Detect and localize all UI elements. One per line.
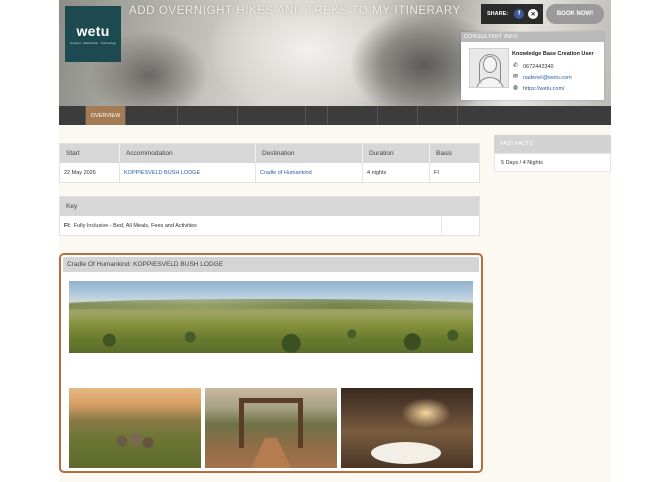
lodge-caption: Cradle Of Humankind: KOPPIESVELD BUSH LO… — [63, 257, 479, 272]
key-table: Key FI: Fully Inclusive - Bed, All Meals… — [59, 196, 480, 236]
photo-light-glow — [401, 398, 451, 428]
nav-tab-6[interactable] — [328, 106, 378, 125]
avatar — [469, 48, 509, 88]
share-bar: SHARE: f ✕ — [481, 4, 543, 24]
key-row: FI: Fully Inclusive - Bed, All Meals, Fe… — [60, 216, 479, 235]
key-table-header: Key — [60, 197, 479, 216]
avatar-head — [483, 56, 497, 73]
photo-dining-table — [371, 442, 441, 464]
nav-tab-3[interactable] — [178, 106, 238, 125]
column-header-accommodation: Accommodation — [120, 144, 256, 163]
hero-banner: wetu Content · Distribution · Technology… — [59, 0, 611, 106]
logo-tagline: Content · Distribution · Technology — [70, 41, 116, 45]
nav-tab-spacer — [59, 106, 86, 125]
logo-wordmark: wetu — [76, 23, 110, 39]
fast-facts-panel: FAST FACTS 5 Days / 4 Nights — [494, 135, 611, 172]
x-twitter-icon[interactable]: ✕ — [528, 9, 539, 19]
table-row: 22 May 2026 KOPPIESVELD BUSH LODGE Cradl… — [60, 163, 479, 182]
book-now-button[interactable]: BOOK NOW! — [546, 4, 604, 24]
dining-photo[interactable] — [341, 388, 473, 468]
consultant-card: CONSULTANT INFO Knowledge Base Creation … — [461, 32, 604, 100]
share-label: SHARE: — [487, 11, 509, 17]
consultant-email-row[interactable]: ✉ nadenel@wetu.com — [512, 74, 572, 81]
fast-facts-heading: FAST FACTS — [494, 135, 611, 153]
key-empty-cell — [442, 216, 479, 235]
nav-tab-4[interactable] — [238, 106, 306, 125]
itinerary-page: wetu Content · Distribution · Technology… — [59, 0, 611, 482]
itinerary-table: Start Accommodation Destination Duration… — [59, 143, 480, 183]
photo-trees — [69, 321, 473, 353]
nav-tab-5[interactable] — [306, 106, 328, 125]
column-header-start: Start — [60, 144, 120, 163]
photo-lodge-buildings — [114, 433, 154, 449]
consultant-name: Knowledge Base Creation User — [512, 51, 594, 57]
consultant-heading: CONSULTANT INFO — [461, 32, 604, 42]
fast-facts-value: 5 Days / 4 Nights — [494, 153, 611, 172]
lodge-aerial-photo[interactable] — [69, 388, 201, 468]
main-nav: OVERVIEW — [59, 106, 611, 125]
key-heading: Key — [66, 203, 78, 210]
wetu-logo[interactable]: wetu Content · Distribution · Technology — [65, 6, 121, 62]
itinerary-table-header: Start Accommodation Destination Duration… — [60, 144, 479, 163]
row-basis: FI — [434, 169, 439, 176]
tab-overview[interactable]: OVERVIEW — [86, 106, 126, 125]
nav-tab-9[interactable] — [458, 106, 611, 125]
nav-tab-7[interactable] — [378, 106, 418, 125]
consultant-website[interactable]: https://wetu.com/ — [523, 86, 565, 92]
page-title: ADD OVERNIGHT HIKES AND TREKS TO MY ITIN… — [129, 5, 461, 17]
key-description: Fully Inclusive - Bed, All Meals, Fees a… — [73, 222, 197, 229]
nav-tab-8[interactable] — [418, 106, 458, 125]
column-header-basis: Basis — [436, 150, 452, 157]
consultant-phone-row[interactable]: ✆ 0672442340 — [512, 63, 554, 70]
landscape-photo[interactable] — [69, 281, 473, 353]
phone-icon: ✆ — [512, 63, 519, 69]
entrance-gate-photo[interactable] — [205, 388, 337, 468]
key-entry: FI: Fully Inclusive - Bed, All Meals, Fe… — [60, 216, 442, 235]
lodge-gallery: Cradle Of Humankind: KOPPIESVELD BUSH LO… — [59, 253, 483, 473]
nav-tab-2[interactable] — [126, 106, 178, 125]
globe-icon: ◍ — [512, 85, 519, 91]
row-start: 22 May 2026 — [60, 163, 120, 182]
row-duration: 4 nights — [363, 163, 430, 182]
consultant-email[interactable]: nadenel@wetu.com — [523, 75, 572, 81]
key-code: FI: — [64, 222, 71, 229]
consultant-website-row[interactable]: ◍ https://wetu.com/ — [512, 85, 565, 92]
row-accommodation-link[interactable]: KOPPIESVELD BUSH LODGE — [120, 163, 256, 182]
photo-gate — [239, 398, 303, 448]
photo-hills — [69, 299, 473, 309]
column-header-duration: Duration — [363, 144, 430, 163]
column-header-destination: Destination — [256, 144, 363, 163]
row-destination-link[interactable]: Cradle of Humankind — [256, 163, 363, 182]
facebook-icon[interactable]: f — [514, 9, 525, 19]
email-icon: ✉ — [512, 74, 519, 80]
consultant-phone: 0672442340 — [523, 63, 554, 70]
